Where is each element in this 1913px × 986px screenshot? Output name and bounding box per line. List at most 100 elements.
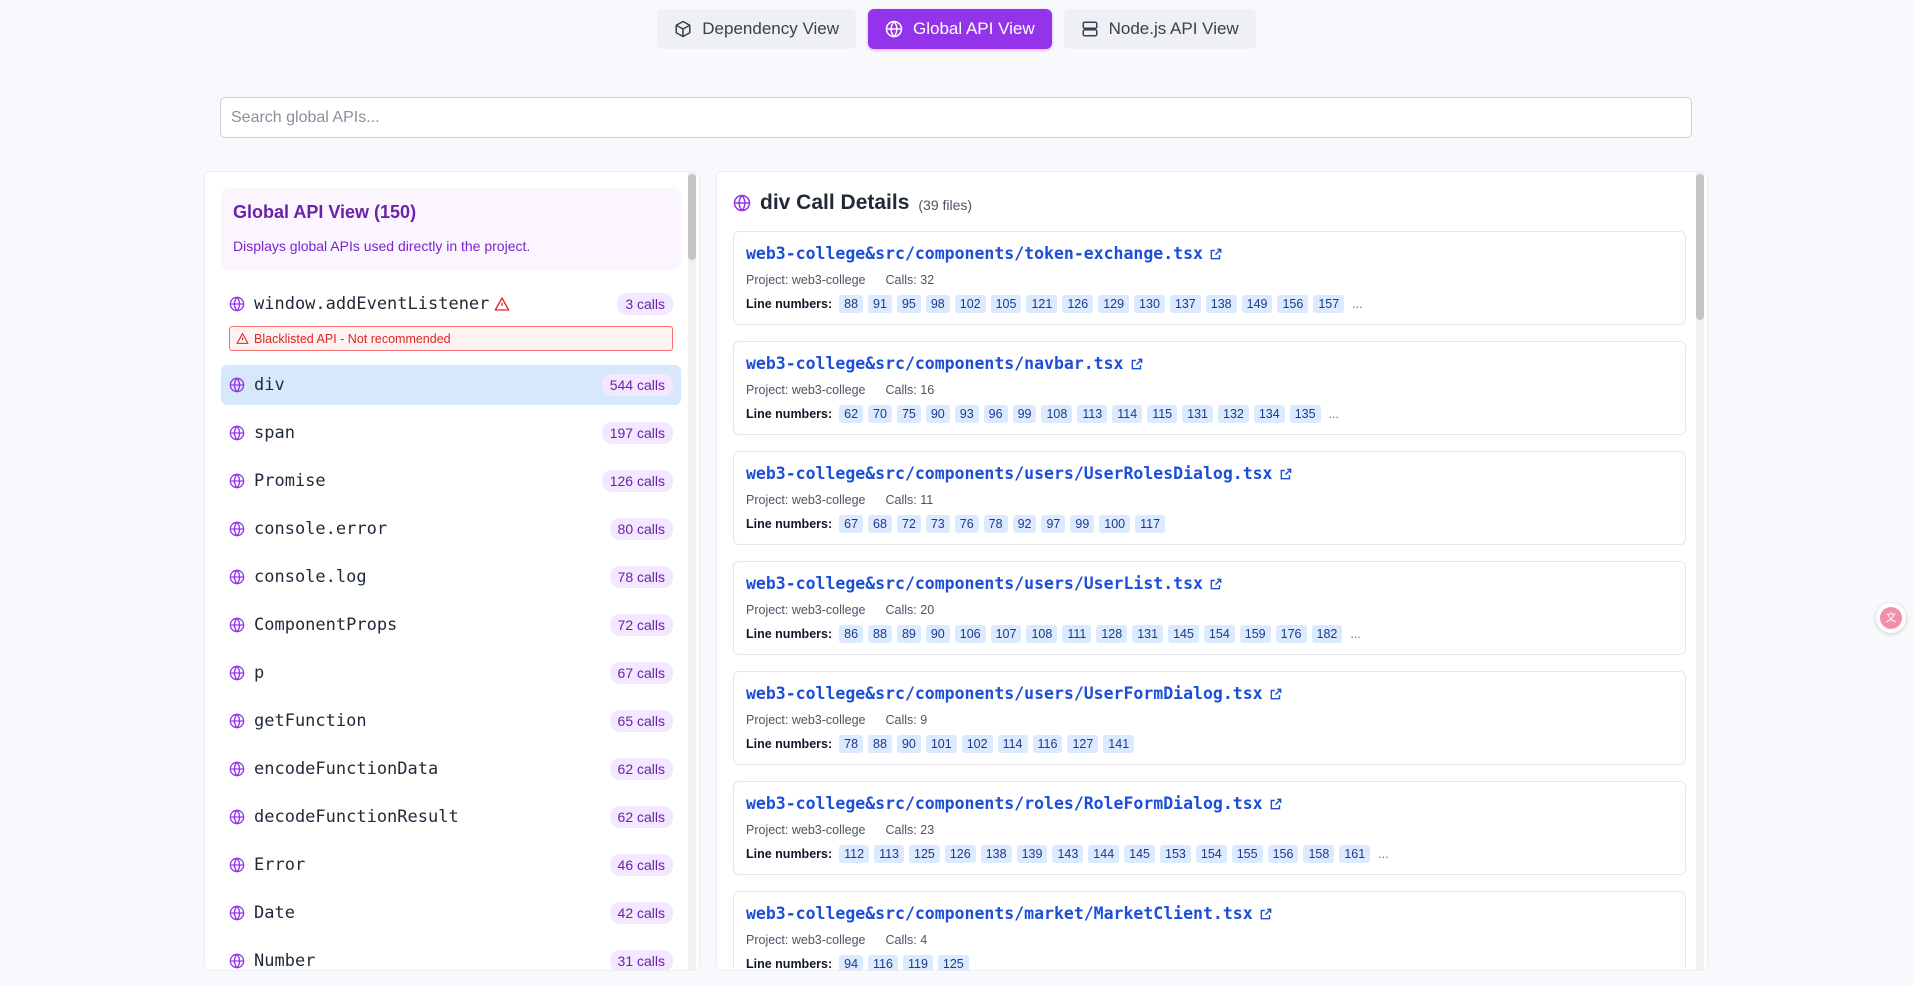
line-number-chip[interactable]: 99: [1070, 515, 1095, 533]
line-number-chip[interactable]: 107: [990, 625, 1022, 643]
line-number-chip[interactable]: 125: [909, 845, 940, 863]
line-number-chip[interactable]: 128: [1096, 625, 1128, 643]
file-link[interactable]: web3-college&src/components/token-exchan…: [746, 244, 1223, 263]
line-number-chip[interactable]: 105: [990, 295, 1022, 313]
line-number-chip[interactable]: 111: [1062, 625, 1092, 643]
line-number-chip[interactable]: 161: [1339, 845, 1371, 863]
api-list-item[interactable]: Error 46 calls: [221, 845, 681, 885]
line-number-chip[interactable]: 131: [1132, 625, 1164, 643]
line-number-chip[interactable]: 116: [1032, 735, 1063, 753]
line-number-chip[interactable]: 126: [944, 845, 976, 863]
line-number-chip[interactable]: 127: [1067, 735, 1099, 753]
line-number-chip[interactable]: 78: [839, 735, 864, 753]
line-number-chip[interactable]: 130: [1134, 295, 1165, 313]
file-link[interactable]: web3-college&src/components/users/UserLi…: [746, 574, 1223, 593]
line-number-chip[interactable]: 153: [1160, 845, 1191, 863]
line-number-chip[interactable]: 139: [1016, 845, 1048, 863]
line-number-chip[interactable]: 158: [1303, 845, 1335, 863]
api-list-item[interactable]: window.addEventListener 3 calls: [221, 284, 681, 324]
file-link[interactable]: web3-college&src/components/market/Marke…: [746, 904, 1273, 923]
api-list-item[interactable]: ComponentProps 72 calls: [221, 605, 681, 645]
api-list-item[interactable]: encodeFunctionData 62 calls: [221, 749, 681, 789]
line-number-chip[interactable]: 78: [983, 515, 1008, 533]
file-link[interactable]: web3-college&src/components/navbar.tsx: [746, 354, 1144, 373]
line-number-chip[interactable]: 90: [925, 405, 950, 423]
line-number-chip[interactable]: 98: [925, 295, 950, 313]
line-number-chip[interactable]: 76: [954, 515, 979, 533]
line-number-chip[interactable]: 108: [1041, 405, 1073, 423]
line-number-chip[interactable]: 126: [1062, 295, 1094, 313]
line-number-chip[interactable]: 90: [925, 625, 950, 643]
line-number-chip[interactable]: 145: [1168, 625, 1199, 643]
translate-button[interactable]: 文: [1876, 603, 1906, 633]
line-number-chip[interactable]: 95: [896, 295, 921, 313]
line-number-chip[interactable]: 102: [961, 735, 993, 753]
line-number-chip[interactable]: 89: [896, 625, 921, 643]
api-list-item[interactable]: Number 31 calls: [221, 941, 681, 970]
api-list-item[interactable]: decodeFunctionResult 62 calls: [221, 797, 681, 837]
line-number-chip[interactable]: 86: [839, 625, 864, 643]
api-list-item[interactable]: console.error 80 calls: [221, 509, 681, 549]
right-scrollbar[interactable]: [1696, 172, 1704, 970]
line-number-chip[interactable]: 94: [839, 955, 864, 970]
line-number-chip[interactable]: 96: [983, 405, 1008, 423]
api-list-item[interactable]: Promise 126 calls: [221, 461, 681, 501]
line-number-chip[interactable]: 131: [1182, 405, 1213, 423]
line-number-chip[interactable]: 134: [1253, 405, 1285, 423]
file-link[interactable]: web3-college&src/components/users/UserRo…: [746, 464, 1293, 483]
line-number-chip[interactable]: 143: [1052, 845, 1084, 863]
line-number-chip[interactable]: 112: [839, 845, 870, 863]
file-link[interactable]: web3-college&src/components/roles/RoleFo…: [746, 794, 1283, 813]
line-number-chip[interactable]: 156: [1267, 845, 1299, 863]
line-number-chip[interactable]: 182: [1311, 625, 1343, 643]
api-list-item[interactable]: Date 42 calls: [221, 893, 681, 933]
line-number-chip[interactable]: 88: [839, 295, 864, 313]
search-input[interactable]: [220, 97, 1692, 138]
line-number-chip[interactable]: 108: [1026, 625, 1058, 643]
line-number-chip[interactable]: 99: [1012, 405, 1037, 423]
line-number-chip[interactable]: 72: [896, 515, 921, 533]
line-number-chip[interactable]: 100: [1099, 515, 1131, 533]
line-number-chip[interactable]: 176: [1275, 625, 1307, 643]
line-number-chip[interactable]: 114: [1112, 405, 1143, 423]
line-number-chip[interactable]: 137: [1169, 295, 1201, 313]
line-number-chip[interactable]: 93: [954, 405, 979, 423]
line-number-chip[interactable]: 115: [1147, 405, 1178, 423]
line-number-chip[interactable]: 138: [1205, 295, 1237, 313]
line-number-chip[interactable]: 129: [1098, 295, 1130, 313]
line-number-chip[interactable]: 121: [1026, 295, 1058, 313]
line-number-chip[interactable]: 141: [1103, 735, 1135, 753]
tab-dependency-view[interactable]: Dependency View: [657, 9, 857, 49]
line-number-chip[interactable]: 156: [1277, 295, 1309, 313]
line-number-chip[interactable]: 88: [868, 735, 892, 753]
line-number-chip[interactable]: 145: [1124, 845, 1156, 863]
line-number-chip[interactable]: 113: [874, 845, 904, 863]
line-number-chip[interactable]: 97: [1041, 515, 1066, 533]
tab-nodejs-api-view[interactable]: Node.js API View: [1063, 9, 1256, 49]
line-number-chip[interactable]: 62: [839, 405, 864, 423]
tab-global-api-view[interactable]: Global API View: [868, 9, 1052, 49]
file-link[interactable]: web3-college&src/components/users/UserFo…: [746, 684, 1283, 703]
line-number-chip[interactable]: 68: [868, 515, 892, 533]
line-number-chip[interactable]: 117: [1135, 515, 1166, 533]
line-number-chip[interactable]: 113: [1077, 405, 1108, 423]
line-number-chip[interactable]: 116: [868, 955, 898, 970]
line-number-chip[interactable]: 154: [1203, 625, 1235, 643]
line-number-chip[interactable]: 159: [1239, 625, 1271, 643]
scroll-thumb[interactable]: [1696, 174, 1704, 320]
line-number-chip[interactable]: 154: [1195, 845, 1227, 863]
line-number-chip[interactable]: 149: [1241, 295, 1273, 313]
line-number-chip[interactable]: 157: [1313, 295, 1345, 313]
api-list-item[interactable]: div 544 calls: [221, 365, 681, 405]
line-number-chip[interactable]: 75: [896, 405, 921, 423]
line-number-chip[interactable]: 92: [1012, 515, 1037, 533]
scroll-thumb[interactable]: [688, 174, 696, 260]
line-number-chip[interactable]: 135: [1289, 405, 1321, 423]
api-list-item[interactable]: span 197 calls: [221, 413, 681, 453]
api-list-item[interactable]: getFunction 65 calls: [221, 701, 681, 741]
api-list-item[interactable]: console.log 78 calls: [221, 557, 681, 597]
line-number-chip[interactable]: 125: [937, 955, 969, 970]
line-number-chip[interactable]: 114: [997, 735, 1028, 753]
line-number-chip[interactable]: 138: [980, 845, 1012, 863]
line-number-chip[interactable]: 91: [868, 295, 892, 313]
